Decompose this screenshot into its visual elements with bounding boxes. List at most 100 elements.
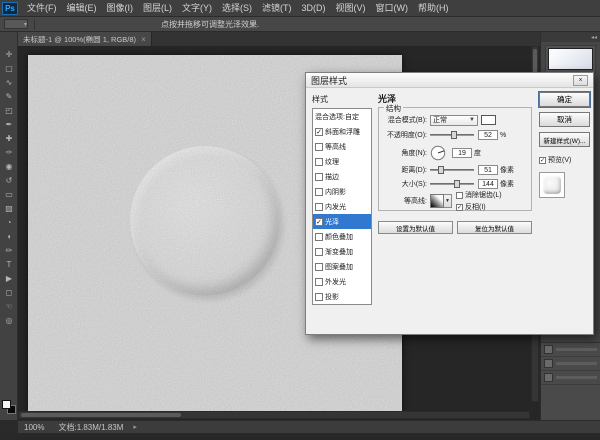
angle-dial[interactable] [430,145,446,161]
tool-button[interactable]: ▭ [0,188,18,202]
tab-close-icon[interactable]: × [141,35,146,44]
opacity-input[interactable]: 52 [478,130,498,140]
style-list-item[interactable]: 光泽 [313,214,371,229]
zoom-level[interactable]: 100% [24,423,44,432]
dialog-title: 图层样式 [311,74,347,87]
tool-button[interactable]: ✏ [0,244,18,258]
style-list-item[interactable]: 渐变叠加 [313,244,371,259]
style-checkbox[interactable] [315,203,323,211]
menu-item[interactable]: 视图(V) [331,0,371,17]
tool-button[interactable]: ◔ [0,216,18,230]
satin-color-swatch[interactable] [481,115,496,125]
style-checkbox[interactable] [315,143,323,151]
menu-item[interactable]: 文件(F) [22,0,62,17]
set-default-button[interactable]: 设置为默认值 [378,221,453,234]
tool-button[interactable]: ◰ [0,104,18,118]
opacity-slider[interactable] [430,130,474,140]
style-list-item[interactable]: 纹理 [313,154,371,169]
new-style-button[interactable]: 新建样式(W)... [539,132,590,147]
collapse-panels-icon[interactable]: ◂◂ [591,34,597,41]
menu-item[interactable]: 窗口(W) [371,0,414,17]
tool-button[interactable]: ✎ [0,90,18,104]
style-checkbox[interactable] [315,158,323,166]
size-slider[interactable] [430,179,474,189]
tool-button[interactable]: ✛ [0,48,18,62]
style-checkbox[interactable] [315,218,323,226]
style-list-item[interactable]: 描边 [313,169,371,184]
layer-row[interactable] [541,371,600,385]
menu-item[interactable]: 3D(D) [297,0,331,17]
menu-item[interactable]: 文字(Y) [177,0,217,17]
size-slider-thumb[interactable] [454,180,460,188]
antialias-checkbox[interactable] [456,192,463,199]
close-icon: × [578,77,582,84]
tool-button[interactable]: ☜ [0,300,18,314]
menu-item[interactable]: 图像(I) [102,0,139,17]
cancel-button[interactable]: 取消 [539,112,590,127]
ok-button[interactable]: 确定 [539,92,590,107]
tool-button[interactable]: ◻ [0,286,18,300]
distance-input[interactable]: 51 [478,165,498,175]
style-list-item[interactable]: 图案叠加 [313,259,371,274]
tool-button[interactable]: ✒ [0,118,18,132]
contour-picker[interactable] [430,194,444,208]
tool-button[interactable]: T [0,258,18,272]
style-list-item[interactable]: 内阴影 [313,184,371,199]
menu-item[interactable]: 帮助(H) [413,0,454,17]
tool-button[interactable]: ▨ [0,202,18,216]
photoshop-window: Ps 文件(F) 编辑(E) 图像(I) 图层(L) 文字(Y) 选择(S) 滤… [0,0,600,440]
style-list-item[interactable]: 内发光 [313,199,371,214]
layer-name-placeholder [556,376,597,379]
menu-item[interactable]: 图层(L) [138,0,177,17]
layer-row[interactable] [541,343,600,357]
opacity-slider-thumb[interactable] [451,131,457,139]
reset-default-button[interactable]: 复位为默认值 [457,221,532,234]
layer-row[interactable] [541,357,600,371]
style-list-item[interactable]: 斜面和浮雕 [313,124,371,139]
style-checkbox[interactable] [315,248,323,256]
style-list-item[interactable]: 外发光 [313,274,371,289]
horizontal-scrollbar-thumb[interactable] [21,413,181,417]
style-checkbox[interactable] [315,278,323,286]
dialog-title-bar[interactable]: 图层样式 × [306,73,593,88]
menu-item[interactable]: 滤镜(T) [257,0,297,17]
style-list-item[interactable]: 投影 [313,289,371,304]
pen-tool-icon: ✏ [6,247,13,255]
foreground-color-swatch[interactable] [2,400,11,409]
tool-button[interactable]: ▶ [0,272,18,286]
tool-button[interactable]: ◖ [0,230,18,244]
horizontal-scrollbar[interactable] [18,411,530,419]
color-picker-swatch[interactable] [548,48,593,70]
distance-slider-thumb[interactable] [438,166,444,174]
dialog-close-button[interactable]: × [573,75,588,86]
tool-button[interactable]: ◎ [0,314,18,328]
style-checkbox[interactable] [315,293,323,301]
status-options-arrow-icon[interactable]: ▸ [133,423,137,431]
style-checkbox[interactable] [315,173,323,181]
tool-button[interactable]: ✚ [0,132,18,146]
tool-button[interactable]: ▢ [0,62,18,76]
preview-checkbox[interactable] [539,157,546,164]
blend-mode-select[interactable]: 正常 ▼ [430,115,478,126]
menu-item[interactable]: 选择(S) [217,0,257,17]
style-checkbox[interactable] [315,128,323,136]
style-list-item[interactable]: 等高线 [313,139,371,154]
style-checkbox[interactable] [315,233,323,241]
tool-button[interactable]: ∿ [0,76,18,90]
angle-input[interactable]: 19 [452,148,472,158]
style-list-item[interactable]: 混合选项:自定 [313,109,371,124]
document-tab[interactable]: 未标题-1 @ 100%(椭圆 1, RGB/8) × [18,32,152,46]
tool-preset-dropdown[interactable]: ▾ [4,19,28,29]
embossed-circle-shape[interactable] [130,146,280,296]
style-list-item[interactable]: 颜色叠加 [313,229,371,244]
style-checkbox[interactable] [315,263,323,271]
contour-dropdown-icon[interactable]: ▼ [444,194,452,208]
tool-button[interactable]: ↺ [0,174,18,188]
style-checkbox[interactable] [315,188,323,196]
tool-button[interactable]: ◉ [0,160,18,174]
menu-item[interactable]: 编辑(E) [62,0,102,17]
invert-checkbox[interactable] [456,204,463,211]
tool-button[interactable]: ✑ [0,146,18,160]
distance-slider[interactable] [430,165,474,175]
size-input[interactable]: 144 [478,179,498,189]
